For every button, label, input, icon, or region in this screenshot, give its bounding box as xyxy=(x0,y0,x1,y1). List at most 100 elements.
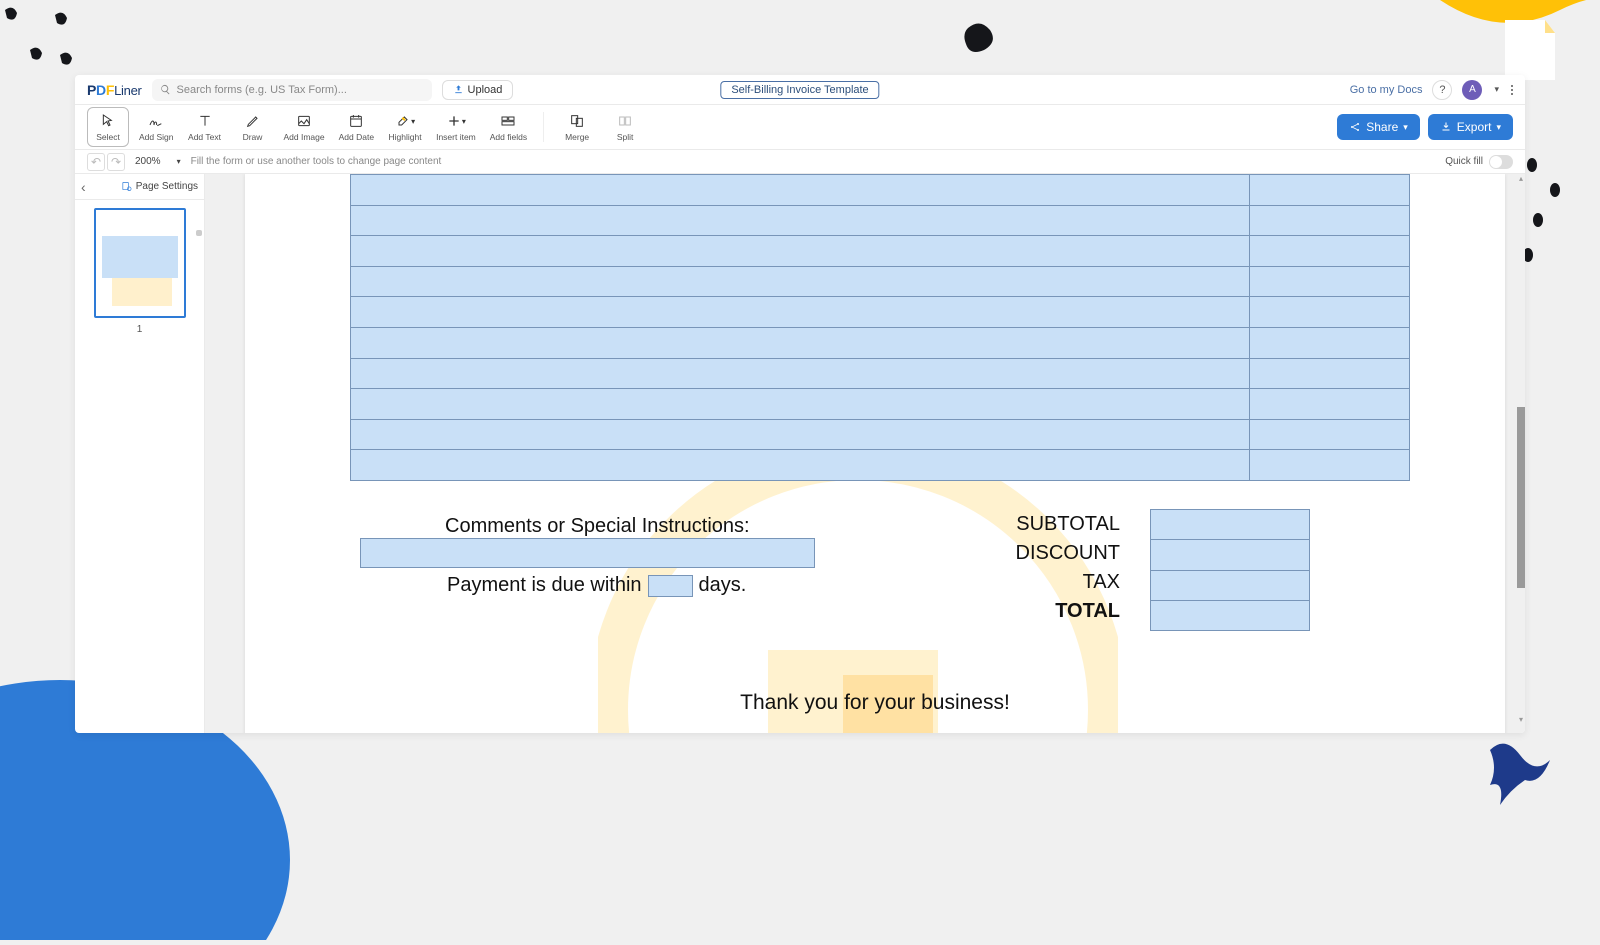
table-row[interactable] xyxy=(1250,449,1409,480)
table-row[interactable] xyxy=(351,235,1249,266)
table-row[interactable] xyxy=(1250,235,1409,266)
fields-icon xyxy=(500,113,516,129)
total-input[interactable] xyxy=(1151,600,1309,630)
invoice-items-amount-col xyxy=(1249,175,1409,480)
app-window: PDFLiner Search forms (e.g. US Tax Form)… xyxy=(75,75,1525,733)
toolbar-divider xyxy=(543,112,544,142)
bg-blue-mark xyxy=(1480,730,1560,810)
help-button[interactable]: ? xyxy=(1432,80,1452,100)
tax-label: TAX xyxy=(1083,571,1120,594)
merge-icon xyxy=(569,113,585,129)
share-button[interactable]: Share ▾ xyxy=(1337,114,1420,140)
logo: PDFLiner xyxy=(87,82,142,98)
search-placeholder: Search forms (e.g. US Tax Form)... xyxy=(177,84,347,96)
table-row[interactable] xyxy=(351,266,1249,297)
table-row[interactable] xyxy=(351,296,1249,327)
undo-button[interactable]: ↶ xyxy=(87,153,105,171)
table-row[interactable] xyxy=(1250,296,1409,327)
table-row[interactable] xyxy=(1250,205,1409,236)
redo-button[interactable]: ↷ xyxy=(107,153,125,171)
hint-text: Fill the form or use another tools to ch… xyxy=(191,156,442,167)
select-tool[interactable]: Select xyxy=(87,107,129,147)
draw-tool[interactable]: Draw xyxy=(232,107,274,147)
split-icon xyxy=(617,113,633,129)
table-row[interactable] xyxy=(351,205,1249,236)
tax-input[interactable] xyxy=(1151,570,1309,600)
quick-fill-label: Quick fill xyxy=(1445,156,1483,167)
page-thumbnail[interactable] xyxy=(94,208,186,318)
top-header: PDFLiner Search forms (e.g. US Tax Form)… xyxy=(75,75,1525,105)
table-row[interactable] xyxy=(1250,419,1409,450)
highlight-tool[interactable]: ▾ Highlight xyxy=(384,107,426,147)
sidebar-collapse-icon[interactable]: ‹ xyxy=(81,179,86,195)
totals-labels: SUBTOTAL DISCOUNT TAX TOTAL xyxy=(1005,513,1120,623)
search-icon xyxy=(160,84,171,95)
search-input[interactable]: Search forms (e.g. US Tax Form)... xyxy=(152,79,432,101)
document-viewport[interactable]: PDF xyxy=(205,174,1525,733)
pencil-icon xyxy=(245,113,261,129)
upload-button[interactable]: Upload xyxy=(442,80,514,100)
go-to-docs-link[interactable]: Go to my Docs xyxy=(1350,84,1423,96)
discount-label: DISCOUNT xyxy=(1016,542,1120,565)
table-row[interactable] xyxy=(1250,175,1409,205)
bg-spots-top-right xyxy=(1520,150,1570,270)
chevron-down-icon: ▾ xyxy=(177,157,181,166)
scrollbar-thumb[interactable] xyxy=(1517,407,1525,588)
comments-label: Comments or Special Instructions: xyxy=(445,515,750,538)
document-page: PDF xyxy=(245,174,1505,733)
main-area: ‹ Page Settings 1 PDF xyxy=(75,174,1525,733)
subtotal-input[interactable] xyxy=(1151,510,1309,539)
table-row[interactable] xyxy=(351,358,1249,389)
add-sign-tool[interactable]: Add Sign xyxy=(135,107,178,147)
merge-tool[interactable]: Merge xyxy=(556,107,598,147)
cursor-icon xyxy=(100,113,116,129)
download-icon xyxy=(1440,121,1452,133)
split-tool[interactable]: Split xyxy=(604,107,646,147)
table-row[interactable] xyxy=(1250,388,1409,419)
upload-label: Upload xyxy=(468,84,503,96)
add-date-tool[interactable]: Add Date xyxy=(335,107,378,147)
totals-values xyxy=(1150,509,1310,631)
comments-input[interactable] xyxy=(360,538,815,568)
page-settings-button[interactable]: Page Settings xyxy=(121,181,198,192)
total-label: TOTAL xyxy=(1055,600,1120,623)
scroll-up-icon[interactable]: ▴ xyxy=(1517,174,1525,182)
table-row[interactable] xyxy=(351,388,1249,419)
table-row[interactable] xyxy=(1250,327,1409,358)
quick-fill-toggle[interactable] xyxy=(1489,155,1513,169)
zoom-select[interactable]: 200% ▾ xyxy=(135,156,181,167)
share-icon xyxy=(1349,121,1361,133)
chevron-down-icon: ▾ xyxy=(1496,122,1501,133)
table-row[interactable] xyxy=(351,327,1249,358)
table-row[interactable] xyxy=(1250,266,1409,297)
document-title-chip[interactable]: Self-Billing Invoice Template xyxy=(720,81,879,99)
toolbar: Select Add Sign Add Text Draw Add Image … xyxy=(75,105,1525,150)
avatar[interactable]: A xyxy=(1462,80,1482,100)
invoice-items-description-col xyxy=(351,175,1249,480)
user-menu-caret-icon[interactable]: ▾ xyxy=(1494,84,1499,95)
text-icon xyxy=(197,113,213,129)
table-row[interactable] xyxy=(351,419,1249,450)
payment-days-input[interactable] xyxy=(648,575,693,597)
export-button[interactable]: Export ▾ xyxy=(1428,114,1513,140)
table-row[interactable] xyxy=(351,175,1249,205)
add-image-tool[interactable]: Add Image xyxy=(280,107,329,147)
payment-prefix-label: Payment is due within xyxy=(447,574,642,597)
signature-icon xyxy=(148,113,164,129)
add-fields-tool[interactable]: Add fields xyxy=(486,107,531,147)
discount-input[interactable] xyxy=(1151,539,1309,569)
table-row[interactable] xyxy=(1250,358,1409,389)
vertical-scrollbar[interactable]: ▴ ▾ xyxy=(1517,174,1525,723)
upload-icon xyxy=(453,84,464,95)
insert-item-tool[interactable]: ▾ Insert item xyxy=(432,107,480,147)
payment-suffix-label: days. xyxy=(699,574,747,597)
plus-icon xyxy=(446,113,462,129)
scroll-down-icon[interactable]: ▾ xyxy=(1517,715,1525,723)
image-icon xyxy=(296,113,312,129)
add-text-tool[interactable]: Add Text xyxy=(184,107,226,147)
page-settings-icon xyxy=(121,181,132,192)
sidebar-scroll-indicator xyxy=(196,230,202,236)
table-row[interactable] xyxy=(351,449,1249,480)
more-menu-icon[interactable] xyxy=(1511,85,1513,95)
bg-blob-top xyxy=(960,20,1000,60)
